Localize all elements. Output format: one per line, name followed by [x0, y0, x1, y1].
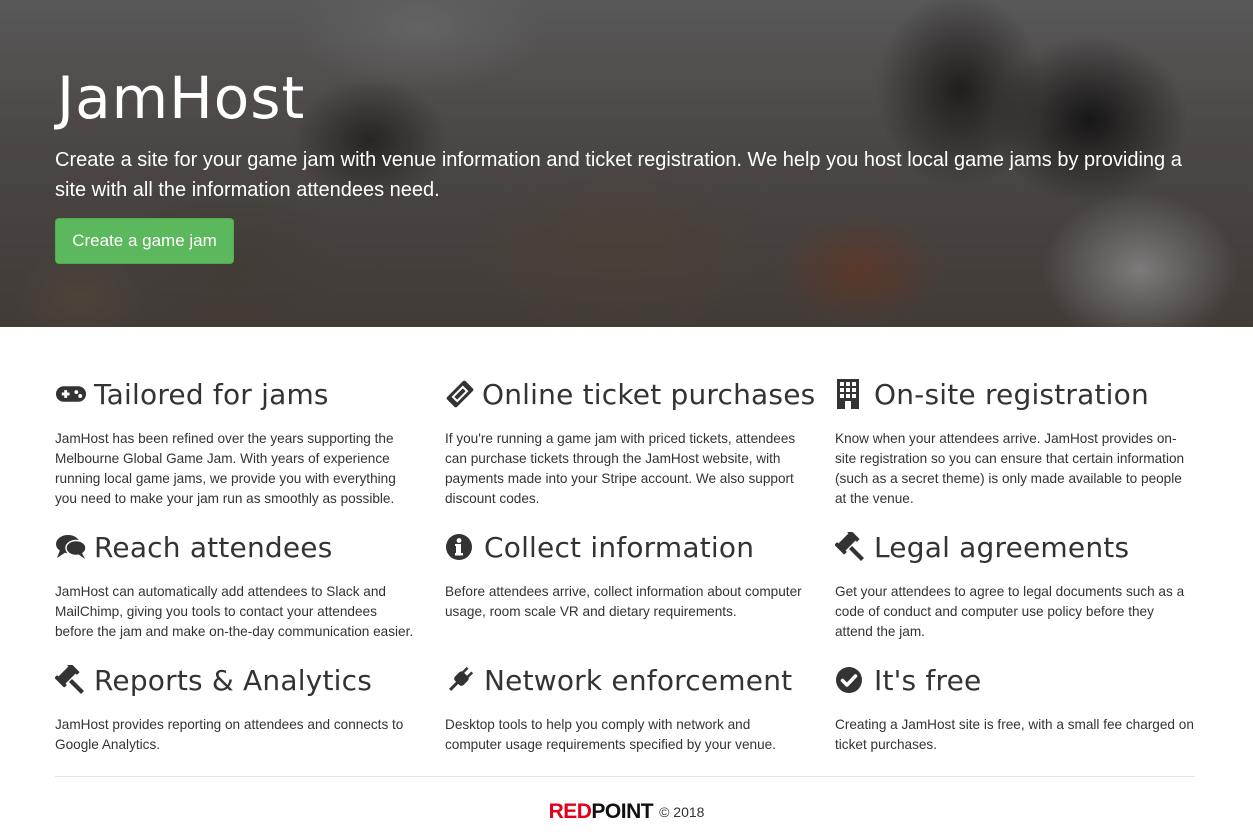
- feature-heading: It's free: [835, 663, 1195, 697]
- check-circle-icon: [835, 665, 867, 695]
- gamepad-icon: [55, 379, 87, 409]
- feature-network-enforcement: Network enforcement Desktop tools to hel…: [445, 663, 805, 755]
- feature-reports-analytics: Reports & Analytics JamHost provides rep…: [55, 663, 415, 755]
- feature-description: Creating a JamHost site is free, with a …: [835, 717, 1194, 752]
- feature-description: JamHost provides reporting on attendees …: [55, 717, 404, 752]
- feature-heading: On-site registration: [835, 377, 1195, 411]
- footer-content: REDPOINT © 2018: [549, 800, 705, 824]
- info-circle-icon: [445, 532, 477, 562]
- comments-icon: [55, 532, 87, 562]
- hero-banner: JamHost Create a site for your game jam …: [0, 0, 1253, 327]
- feature-description: Desktop tools to help you comply with ne…: [445, 717, 776, 752]
- feature-title: Network enforcement: [484, 663, 793, 697]
- logo-red-part: RED: [548, 800, 592, 823]
- feature-its-free: It's free Creating a JamHost site is fre…: [835, 663, 1195, 755]
- plug-icon: [445, 665, 477, 695]
- feature-heading: Collect information: [445, 530, 805, 564]
- gavel-icon: [55, 665, 87, 695]
- building-icon: [835, 379, 867, 409]
- footer-divider: [55, 776, 1195, 777]
- feature-heading: Reports & Analytics: [55, 663, 415, 697]
- ticket-icon: [445, 379, 475, 409]
- gavel-icon: [835, 532, 867, 562]
- feature-online-ticket-purchases: Online ticket purchases If you're runnin…: [445, 377, 815, 509]
- feature-heading: Network enforcement: [445, 663, 805, 697]
- feature-description: JamHost can automatically add attendees …: [55, 584, 414, 639]
- feature-title: It's free: [874, 663, 982, 697]
- create-game-jam-button[interactable]: Create a game jam: [55, 218, 234, 264]
- feature-tailored-for-jams: Tailored for jams JamHost has been refin…: [55, 377, 415, 509]
- feature-title: Tailored for jams: [94, 377, 329, 411]
- feature-title: Reports & Analytics: [94, 663, 372, 697]
- feature-legal-agreements: Legal agreements Get your attendees to a…: [835, 530, 1195, 642]
- redpoint-logo[interactable]: REDPOINT: [549, 800, 654, 824]
- feature-heading: Tailored for jams: [55, 377, 415, 411]
- feature-title: On-site registration: [874, 377, 1149, 411]
- feature-heading: Reach attendees: [55, 530, 415, 564]
- feature-on-site-registration: On-site registration Know when your atte…: [835, 377, 1195, 509]
- feature-description: If you're running a game jam with priced…: [445, 431, 796, 506]
- feature-title: Legal agreements: [874, 530, 1130, 564]
- feature-heading: Legal agreements: [835, 530, 1195, 564]
- feature-description: JamHost has been refined over the years …: [55, 431, 396, 506]
- footer: REDPOINT © 2018: [0, 800, 1253, 824]
- feature-description: Get your attendees to agree to legal doc…: [835, 584, 1185, 639]
- feature-title: Collect information: [484, 530, 755, 564]
- feature-reach-attendees: Reach attendees JamHost can automaticall…: [55, 530, 415, 642]
- feature-description: Know when your attendees arrive. JamHost…: [835, 431, 1185, 506]
- feature-collect-information: Collect information Before attendees arr…: [445, 530, 805, 622]
- hero-description: Create a site for your game jam with ven…: [55, 149, 1182, 201]
- logo-black-part: POINT: [591, 800, 654, 823]
- feature-heading: Online ticket purchases: [445, 377, 815, 411]
- copyright-text: © 2018: [659, 804, 705, 820]
- feature-description: Before attendees arrive, collect informa…: [445, 584, 802, 619]
- hero-title: JamHost: [57, 64, 306, 132]
- feature-title: Reach attendees: [94, 530, 333, 564]
- feature-title: Online ticket purchases: [482, 377, 816, 411]
